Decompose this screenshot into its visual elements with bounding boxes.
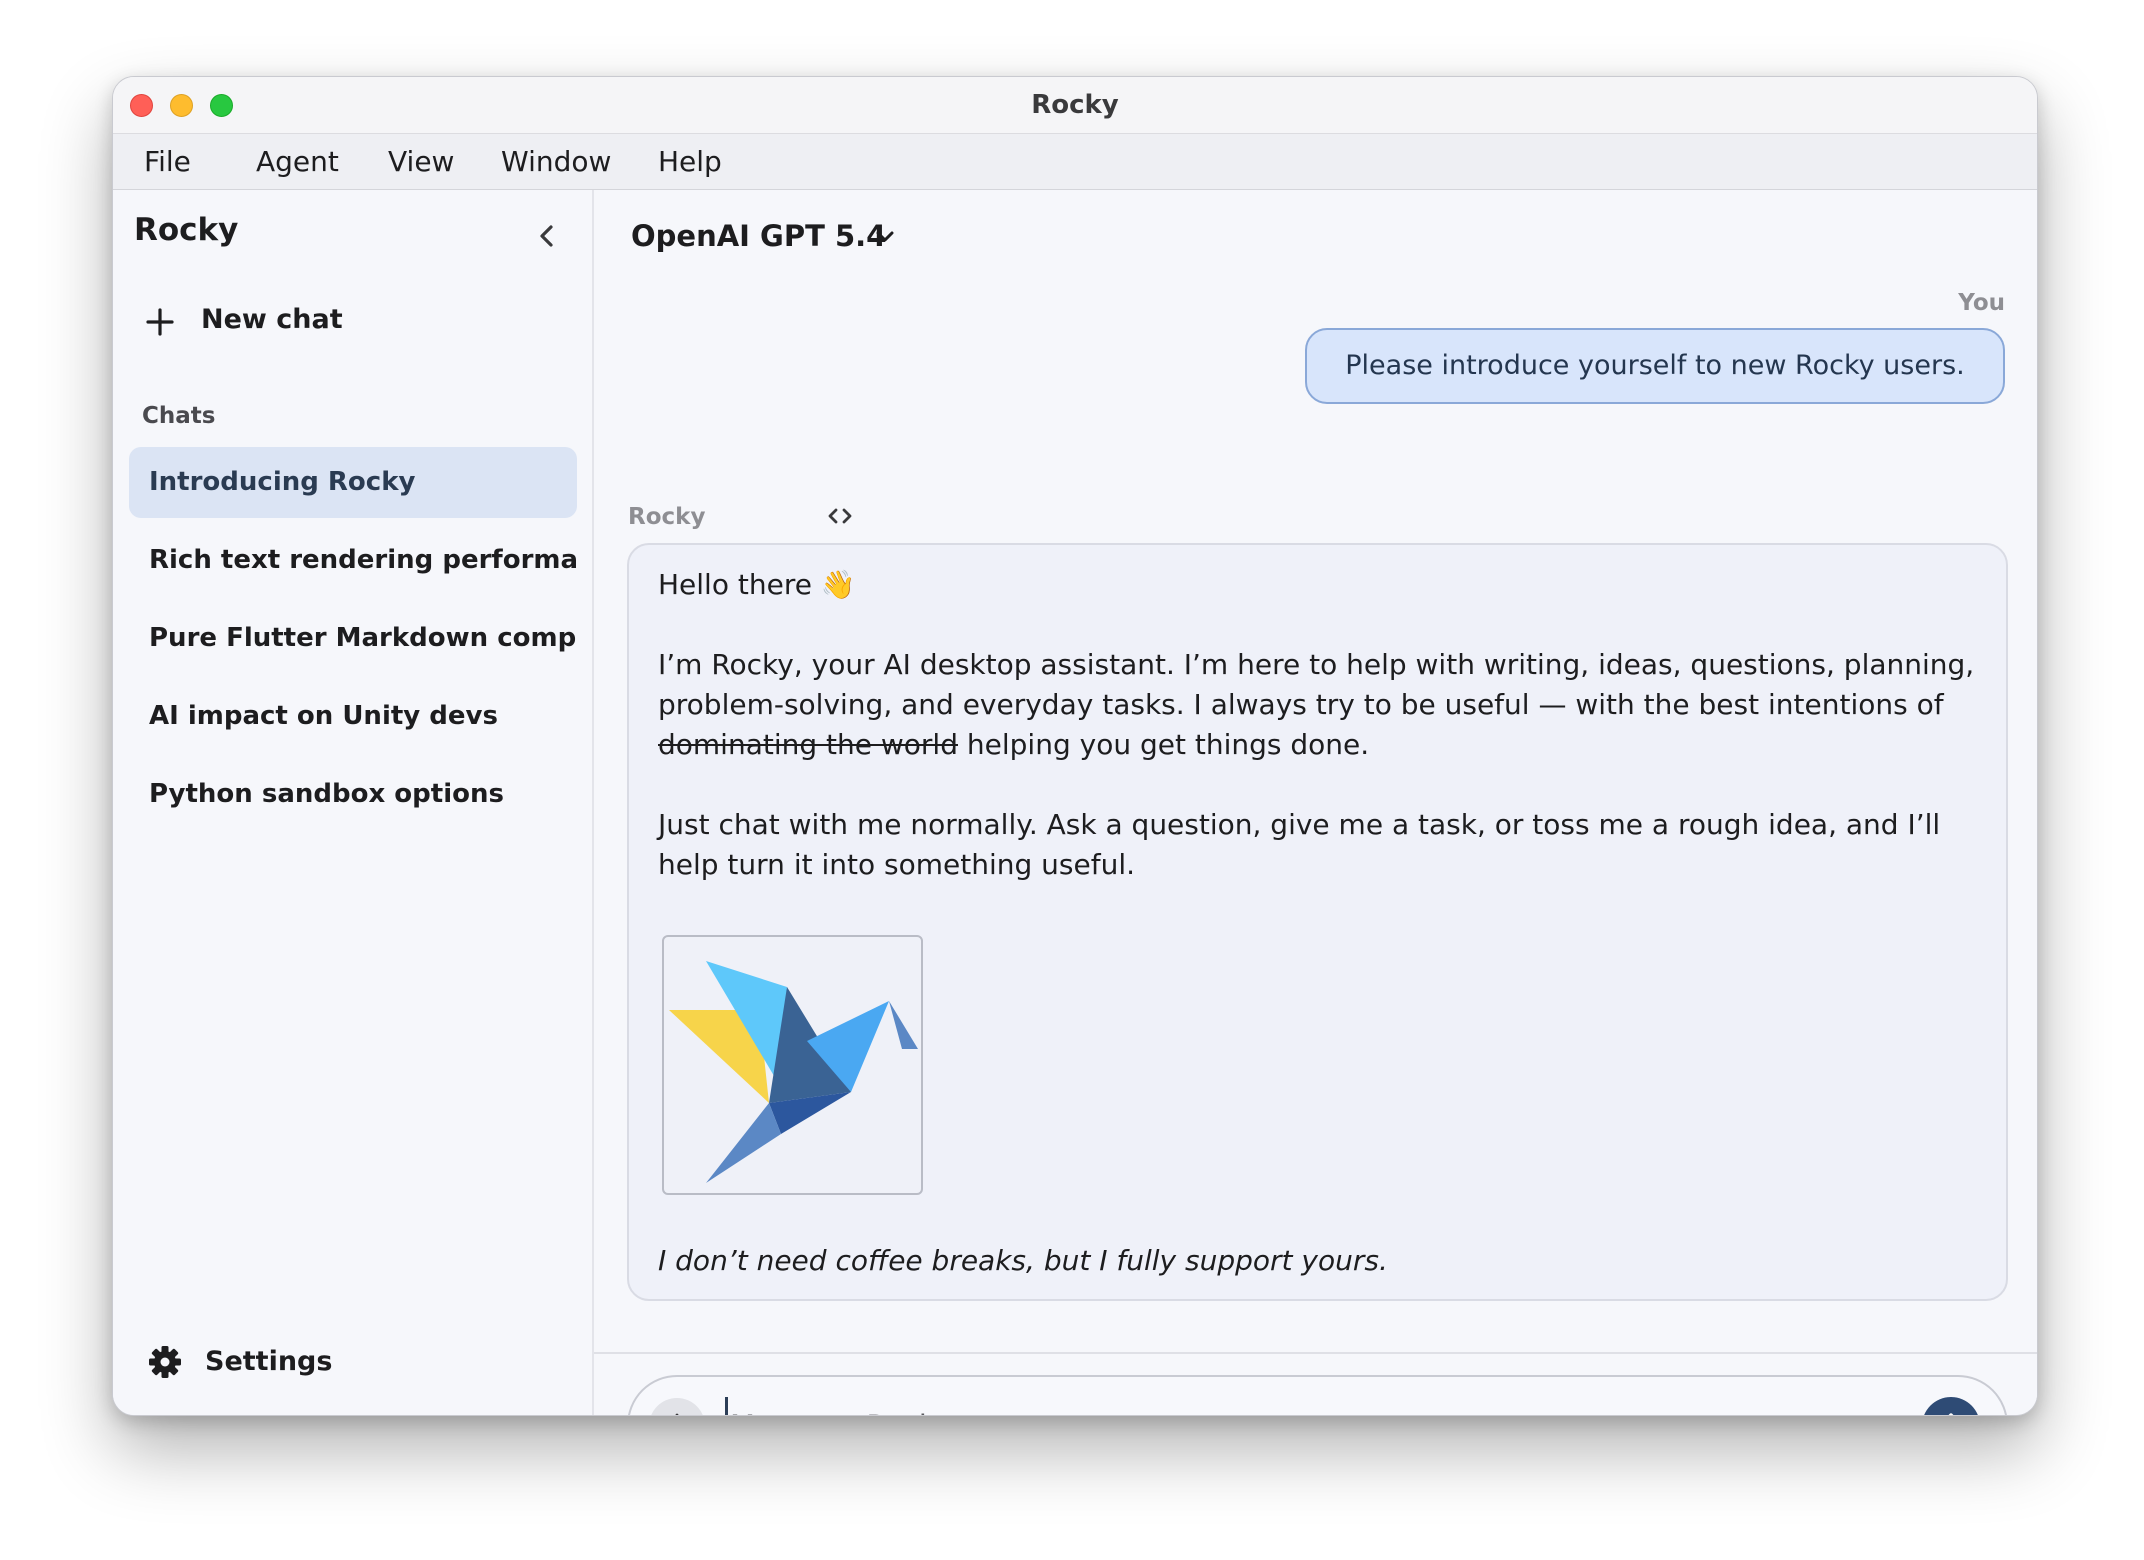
composer-divider	[594, 1352, 2037, 1354]
signoff-line: I don’t need coffee breaks, but I fully …	[658, 1244, 1388, 1277]
window-title: Rocky	[1031, 90, 1119, 120]
message-input[interactable]	[725, 1397, 1885, 1415]
sidebar-title: Rocky	[134, 212, 239, 248]
chats-section-label: Chats	[142, 403, 216, 429]
intro-paragraph: I’m Rocky, your AI desktop assistant. I’…	[658, 645, 1988, 765]
struck-text: dominating the world	[658, 728, 958, 761]
title-bar: Rocky	[113, 77, 2037, 134]
chat-item-pure-flutter-markdown[interactable]: Pure Flutter Markdown compl...	[129, 603, 577, 674]
menu-bar: File Agent View Window Help	[113, 134, 2037, 190]
send-button[interactable]	[1922, 1397, 1980, 1415]
model-selector[interactable]: OpenAI GPT 5.4	[631, 214, 894, 258]
arrow-up-icon	[1948, 1413, 1954, 1415]
chat-list: Introducing Rocky Rich text rendering pe…	[129, 447, 577, 837]
intro-text: I’m Rocky, your AI desktop assistant. I’…	[658, 648, 1975, 721]
assistant-sender-label: Rocky	[628, 504, 706, 530]
assistant-message: Hello there 👋 I’m Rocky, your AI desktop…	[627, 543, 2008, 1301]
intro-text-end: helping you get things done.	[958, 728, 1370, 761]
collapse-sidebar-button[interactable]	[529, 218, 565, 254]
rocky-logo-image	[662, 935, 923, 1195]
new-chat-label: New chat	[201, 304, 343, 335]
code-view-icon[interactable]	[826, 502, 854, 530]
bird-logo-icon	[669, 961, 918, 1183]
app-window: Rocky File Agent View Window Help Rocky …	[112, 76, 2038, 1416]
model-label: OpenAI GPT 5.4	[631, 219, 887, 253]
menu-window[interactable]: Window	[501, 134, 611, 190]
chat-item-ai-impact-unity[interactable]: AI impact on Unity devs	[129, 681, 577, 752]
menu-agent[interactable]: Agent	[256, 134, 339, 190]
menu-file[interactable]: File	[144, 134, 191, 190]
sidebar: Rocky New chat Chats Introducing Rocky R…	[113, 190, 594, 1415]
new-chat-button[interactable]: New chat	[134, 296, 494, 348]
user-sender-label: You	[1958, 290, 2005, 316]
chat-item-python-sandbox[interactable]: Python sandbox options	[129, 759, 577, 830]
chevron-left-icon	[540, 225, 553, 247]
greeting-text: Hello there	[658, 568, 812, 601]
user-message: Please introduce yourself to new Rocky u…	[1305, 328, 2005, 404]
composer	[627, 1375, 2008, 1415]
settings-label: Settings	[205, 1346, 333, 1377]
wave-emoji: 👋	[820, 568, 856, 601]
menu-view[interactable]: View	[388, 134, 454, 190]
menu-help[interactable]: Help	[658, 134, 722, 190]
chat-item-rich-text-rendering[interactable]: Rich text rendering performa...	[129, 525, 577, 596]
chevron-down-icon	[876, 231, 894, 242]
plus-icon	[146, 308, 174, 336]
usage-paragraph: Just chat with me normally. Ask a questi…	[658, 808, 1941, 881]
greeting-line: Hello there 👋	[658, 565, 1988, 605]
gear-icon	[149, 1346, 181, 1378]
settings-button[interactable]: Settings	[148, 1337, 448, 1389]
plus-icon	[675, 1413, 679, 1415]
attach-button[interactable]	[649, 1398, 705, 1415]
chat-item-introducing-rocky[interactable]: Introducing Rocky	[129, 447, 577, 518]
chat-area: OpenAI GPT 5.4 You Please introduce your…	[594, 190, 2037, 1415]
